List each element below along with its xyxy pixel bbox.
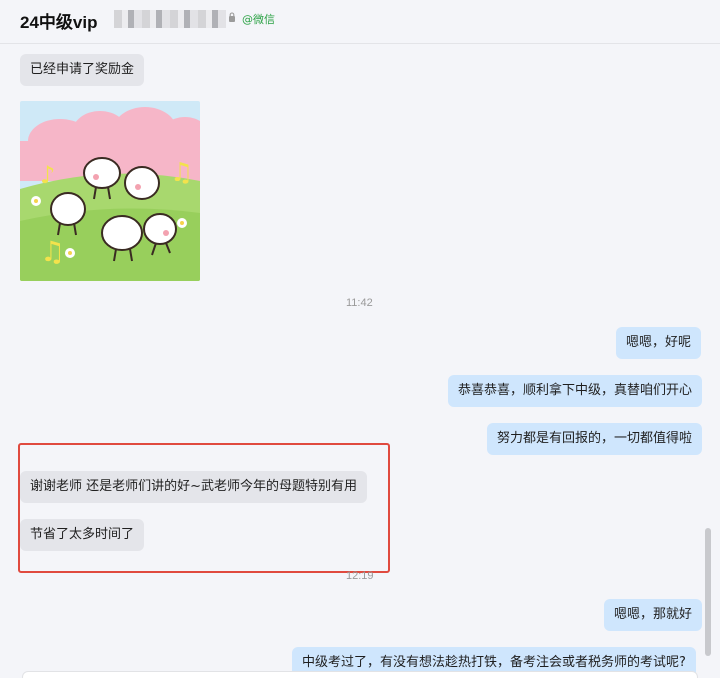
message-text: 中级考过了，有没有想法趁热打铁，备考注会或者税务师的考试呢? — [302, 655, 686, 670]
message-input[interactable] — [22, 671, 698, 678]
lock-icon — [229, 12, 235, 22]
message-bubble[interactable]: 谢谢老师 还是老师们讲的好~武老师今年的母题特别有用 — [20, 471, 368, 503]
message-bubble[interactable]: 已经申请了奖励金 — [20, 54, 145, 86]
wechat-tag: @微信 — [242, 13, 275, 26]
message-text: 嗯嗯，那就好 — [614, 607, 693, 622]
message-text: 努力都是有回报的，一切都值得啦 — [497, 431, 693, 446]
chat-window: 24中级vip @微信 已经申请了奖励金 ♪ ♫ ♫ 11:42 嗯嗯，好呢 恭… — [0, 0, 720, 678]
message-bubble[interactable]: 嗯嗯，好呢 — [616, 327, 702, 359]
timestamp: 12:19 — [346, 570, 374, 582]
message-text: 节省了太多时间了 — [30, 527, 135, 542]
message-text: 已经申请了奖励金 — [30, 62, 135, 77]
svg-text:♫: ♫ — [40, 235, 65, 268]
message-bubble[interactable]: 嗯嗯，那就好 — [604, 599, 703, 631]
message-bubble[interactable]: 恭喜恭喜，顺利拿下中级，真替咱们开心 — [448, 375, 703, 407]
svg-text:♪: ♪ — [40, 161, 55, 189]
chat-header: 24中级vip @微信 — [0, 0, 720, 44]
scrollbar-thumb[interactable] — [705, 528, 711, 656]
message-bubble[interactable]: 努力都是有回报的，一切都值得啦 — [487, 423, 703, 455]
message-bubble[interactable]: 节省了太多时间了 — [20, 519, 145, 551]
message-text: 谢谢老师 还是老师们讲的好~武老师今年的母题特别有用 — [30, 479, 358, 494]
redacted-name — [114, 10, 226, 28]
message-text: 恭喜恭喜，顺利拿下中级，真替咱们开心 — [458, 383, 693, 398]
dancing-sheep-sticker[interactable]: ♪ ♫ ♫ — [20, 101, 200, 281]
message-text: 嗯嗯，好呢 — [626, 335, 692, 350]
timestamp: 11:42 — [346, 297, 373, 309]
svg-text:♫: ♫ — [170, 158, 193, 188]
highlight-annotation — [18, 443, 390, 573]
chat-title[interactable]: 24中级vip — [20, 8, 97, 33]
